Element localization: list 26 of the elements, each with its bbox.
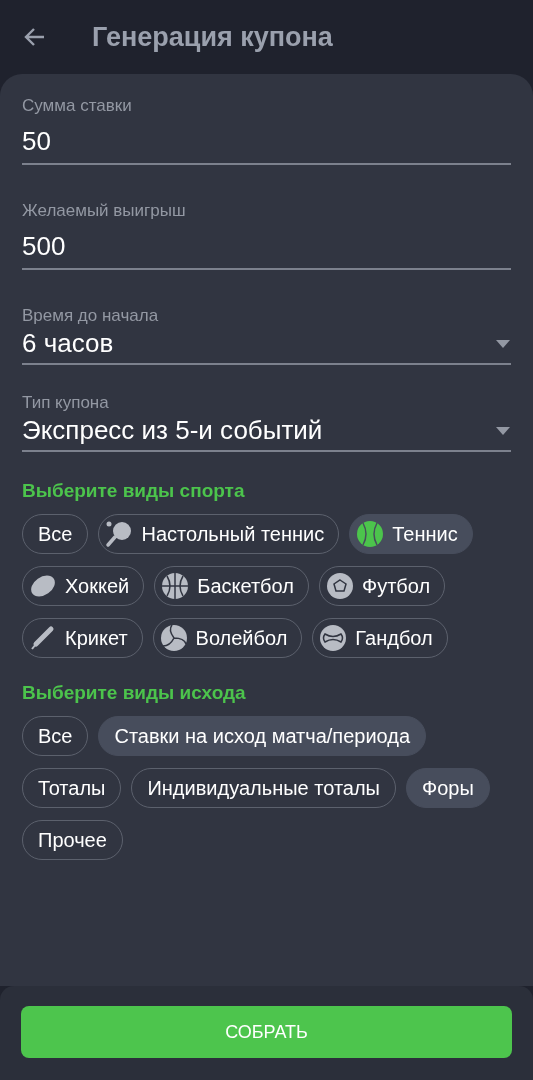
field-value: 500 <box>22 231 66 262</box>
field-label: Тип купона <box>22 393 110 413</box>
input-field[interactable]: Сумма ставки 50 <box>22 96 511 165</box>
tennis-ball-icon <box>356 520 385 548</box>
dropdown-caret-icon <box>495 338 511 349</box>
dropdown-field[interactable]: Тип купона Экспресс из 5-и событий <box>22 393 511 452</box>
basketball-icon <box>161 572 190 600</box>
soccer-ball-icon <box>325 572 354 600</box>
input-field[interactable]: Желаемый выигрыш 500 <box>22 201 511 270</box>
volleyball-icon <box>159 624 188 652</box>
field-label: Время до начала <box>22 306 160 326</box>
field-label: Сумма ставки <box>22 96 133 116</box>
field-value: Экспресс из 5-и событий <box>22 415 323 446</box>
field-value: 50 <box>22 126 51 157</box>
page-title: Генерация купона <box>92 21 333 53</box>
outcome-chip[interactable]: Ставки на исход матча/периода <box>98 716 427 756</box>
field-value: 6 часов <box>22 328 114 359</box>
paddle-icon <box>105 520 134 548</box>
dropdown-caret-icon <box>495 425 511 436</box>
section-heading: Выберите виды спорта <box>22 480 246 502</box>
field-label: Желаемый выигрыш <box>22 201 187 221</box>
handball-icon <box>319 624 348 652</box>
outcome-chip[interactable]: Форы <box>406 768 490 808</box>
dropdown-field[interactable]: Время до начала 6 часов <box>22 306 511 365</box>
section-heading: Выберите виды исхода <box>22 682 247 704</box>
sport-chip[interactable]: Теннис <box>349 514 473 554</box>
